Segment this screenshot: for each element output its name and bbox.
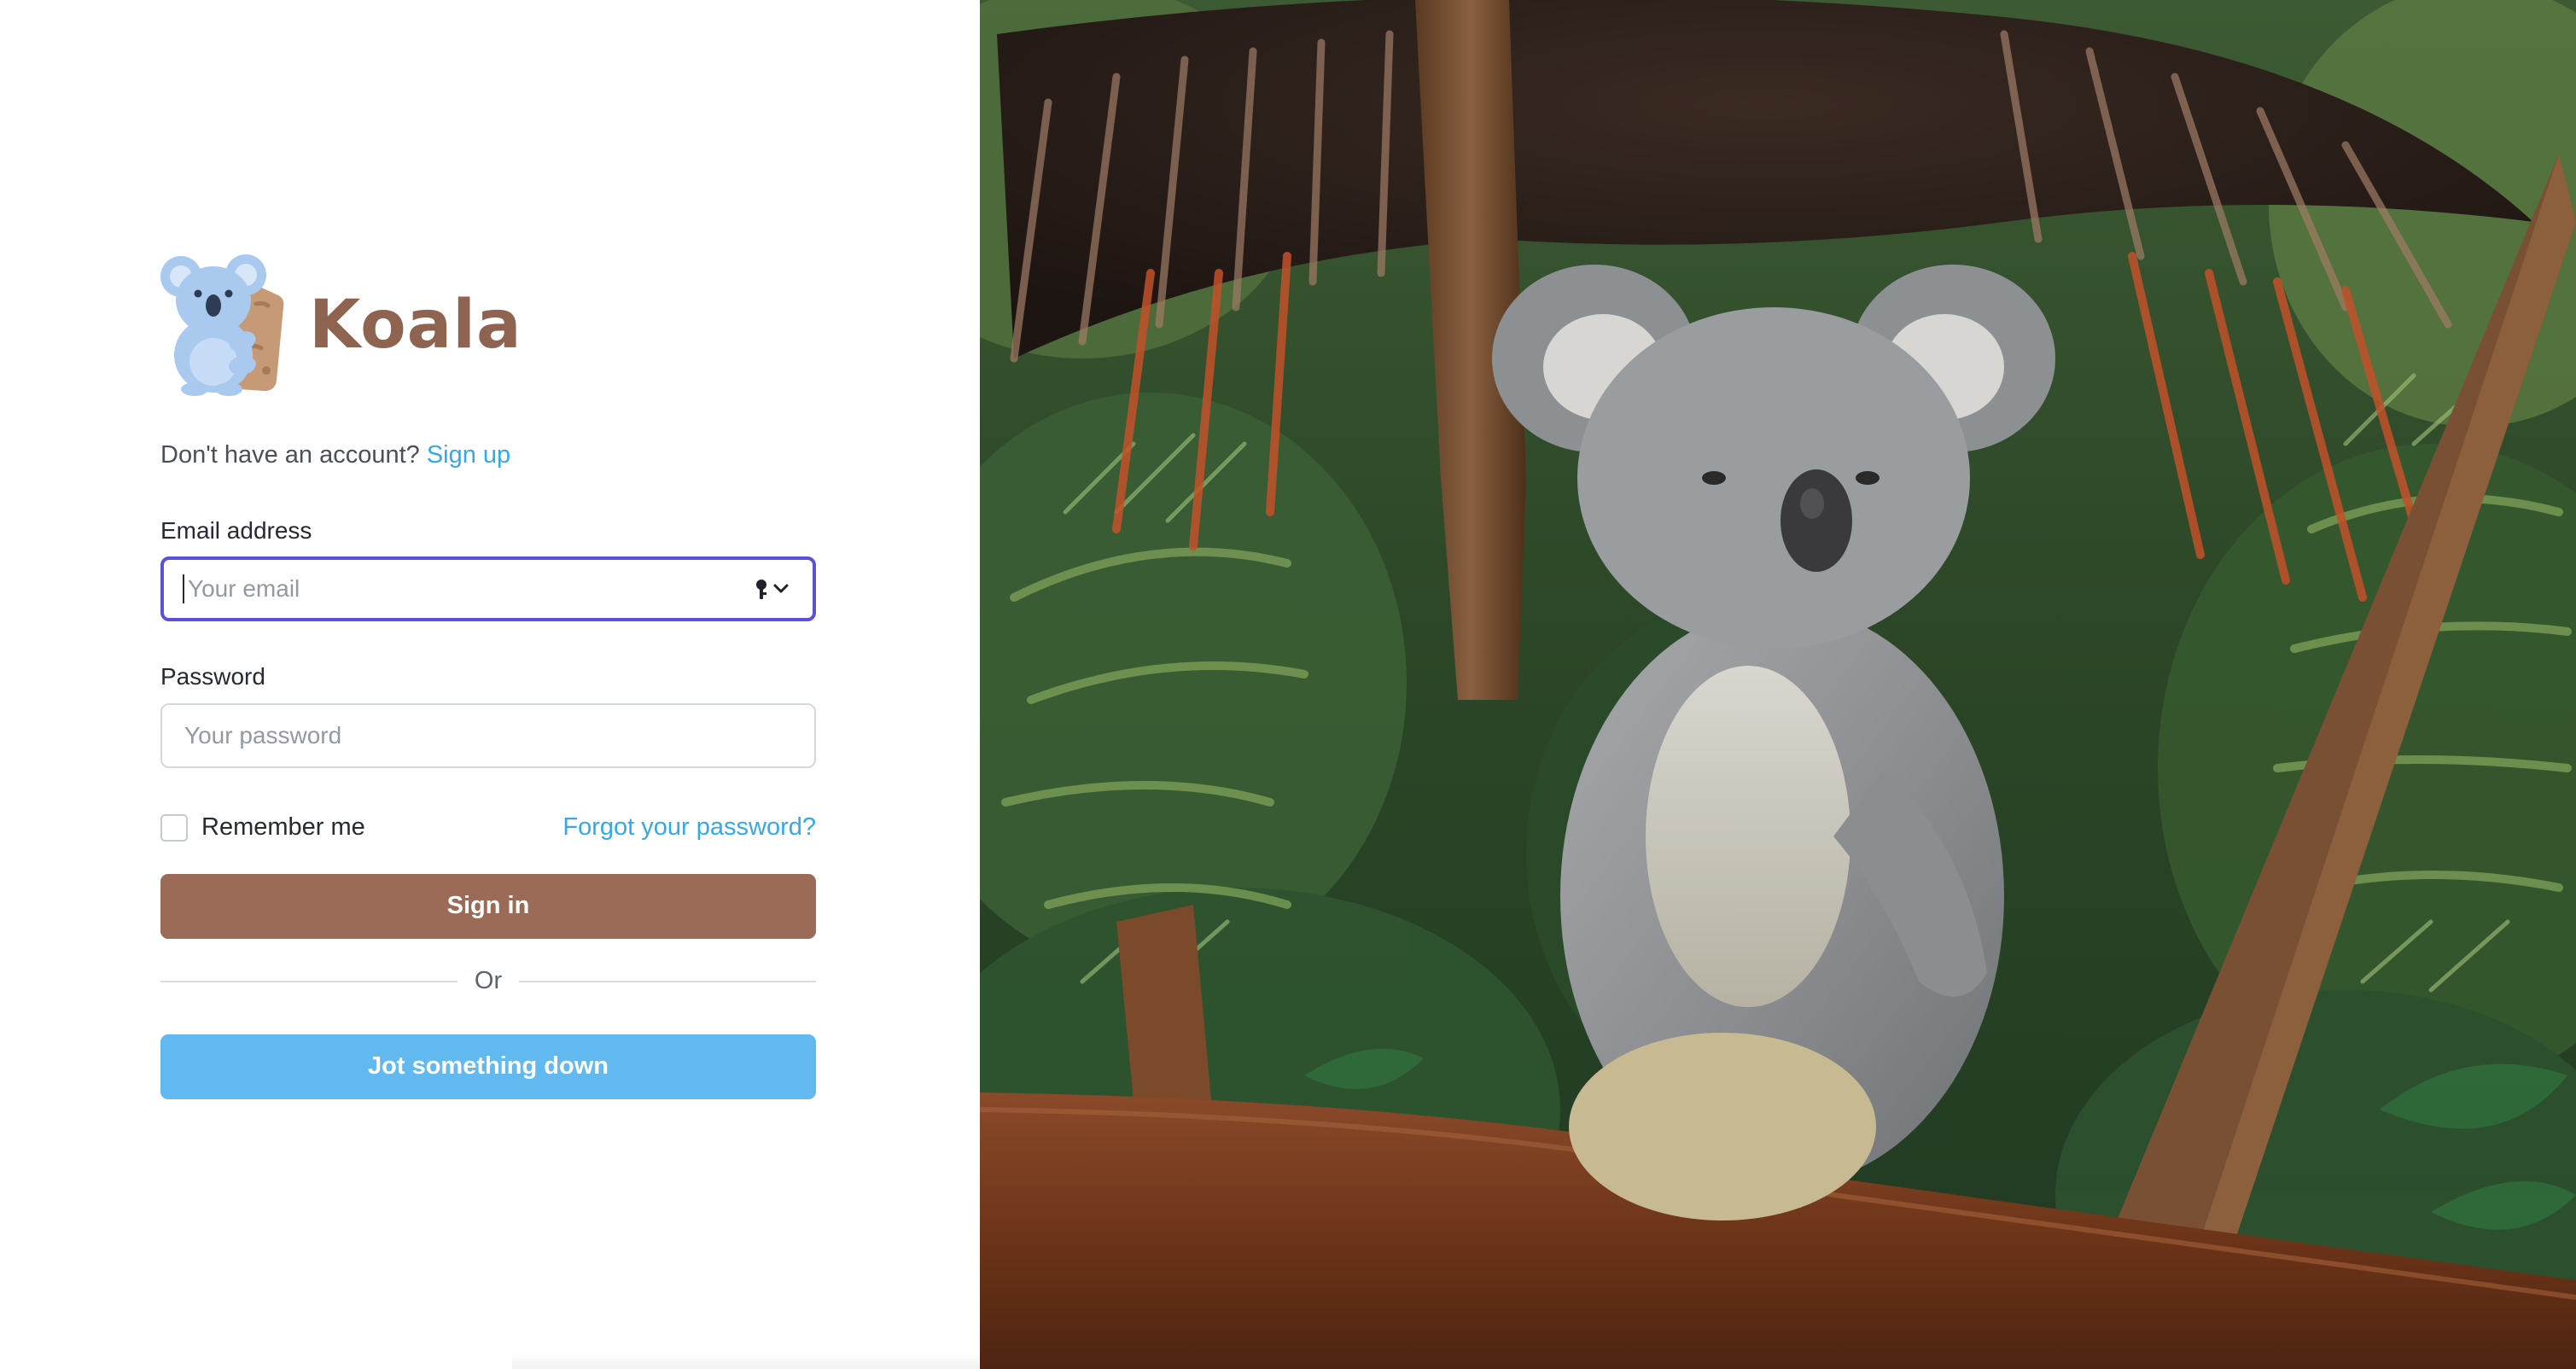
remember-me-label[interactable]: Remember me (201, 813, 365, 842)
koala-in-tree-photo (980, 0, 2576, 1369)
password-field[interactable] (160, 702, 816, 768)
koala-logo-icon (160, 254, 284, 396)
login-form: Koala Don't have an account? Sign up Emai… (160, 253, 816, 1099)
or-divider: Or (160, 964, 816, 999)
signup-prompt-text: Don't have an account? (160, 441, 420, 469)
forgot-password-link[interactable]: Forgot your password? (562, 813, 816, 842)
login-page: Koala Don't have an account? Sign up Emai… (0, 0, 2576, 1369)
brand-logo: Koala (160, 253, 816, 398)
email-field[interactable] (160, 556, 816, 622)
text-caret (183, 574, 184, 604)
email-input[interactable] (186, 574, 744, 604)
signup-link[interactable]: Sign up (427, 441, 510, 469)
key-icon[interactable] (753, 575, 794, 603)
login-panel: Koala Don't have an account? Sign up Emai… (0, 0, 980, 1369)
signup-prompt: Don't have an account? Sign up (160, 440, 816, 470)
brand-name: Koala (309, 287, 522, 364)
divider-text: Or (474, 967, 503, 995)
password-label: Password (160, 663, 265, 690)
jot-something-down-button[interactable]: Jot something down (160, 1034, 816, 1099)
remember-me[interactable]: Remember me (160, 813, 365, 842)
password-input[interactable] (183, 720, 794, 750)
divider-line-right (519, 980, 816, 982)
hero-image (980, 0, 2576, 1369)
sign-in-button[interactable]: Sign in (160, 873, 816, 939)
divider-line-left (160, 980, 458, 982)
form-options-row: Remember me Forgot your password? (160, 811, 816, 845)
remember-me-checkbox[interactable] (160, 813, 188, 842)
email-label: Email address (160, 516, 312, 544)
